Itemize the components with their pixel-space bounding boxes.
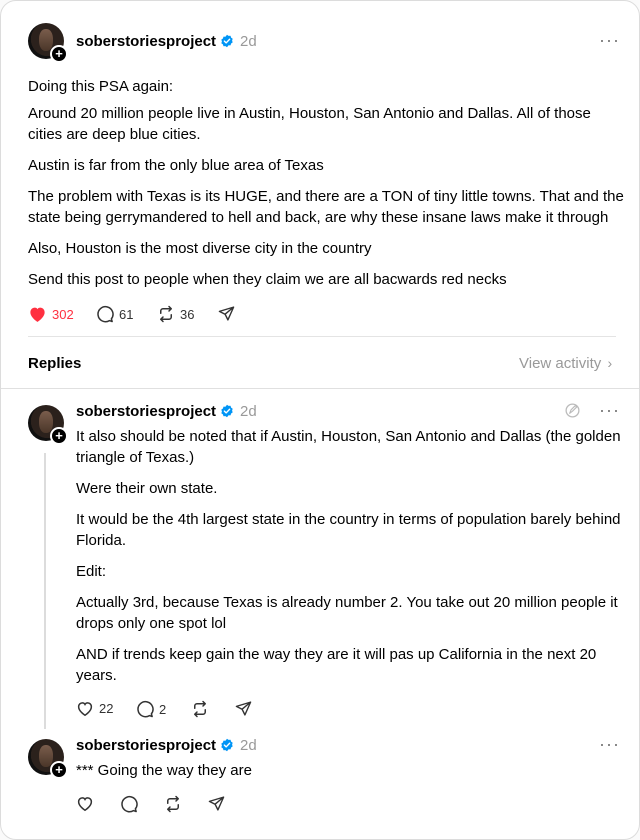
share-button[interactable] <box>235 700 252 717</box>
avatar[interactable]: + <box>28 23 68 63</box>
reply-paragraph: Actually 3rd, because Texas is already n… <box>76 594 618 632</box>
post-paragraph: Around 20 million people live in Austin,… <box>28 105 591 143</box>
verified-badge-icon <box>221 34 233 48</box>
replies-title: Replies <box>28 355 82 372</box>
more-options-icon[interactable]: ··· <box>599 734 620 755</box>
post-paragraph: Doing this PSA again: <box>28 78 174 95</box>
avatar[interactable]: + <box>28 739 68 779</box>
reply-paragraph: *** Going the way they are <box>76 762 252 779</box>
heart-icon <box>77 797 93 812</box>
post-time: 2d <box>240 33 257 50</box>
post-paragraph: Send this post to people when they claim… <box>28 271 507 288</box>
repost-button[interactable] <box>164 795 182 813</box>
username[interactable]: soberstoriesproject <box>76 33 216 50</box>
comment-icon <box>97 306 114 323</box>
more-options-icon[interactable]: ··· <box>599 30 620 51</box>
comment-count: 61 <box>119 306 134 322</box>
comment-button[interactable]: 2 <box>136 700 166 718</box>
reply-paragraph: It also should be noted that if Austin, … <box>76 428 621 466</box>
reply-time: 2d <box>240 403 257 420</box>
reply-header: soberstoriesproject 2d <box>76 737 257 754</box>
like-button[interactable]: 22 <box>76 700 113 717</box>
comment-count: 2 <box>159 701 167 717</box>
edit-history-icon[interactable] <box>564 402 581 423</box>
divider <box>28 336 616 337</box>
like-button[interactable] <box>76 795 94 812</box>
reply-paragraph: Were their own state. <box>76 480 218 497</box>
repost-count: 36 <box>180 306 195 322</box>
reply-paragraph: AND if trends keep gain the way they are… <box>76 646 597 684</box>
reply-paragraph: It would be the 4th largest state in the… <box>76 511 621 549</box>
repost-button[interactable]: 36 <box>157 305 194 323</box>
follow-plus-icon[interactable]: + <box>50 761 68 779</box>
follow-plus-icon[interactable]: + <box>50 45 68 63</box>
post-paragraph: Also, Houston is the most diverse city i… <box>28 240 372 257</box>
reply-time: 2d <box>240 737 257 754</box>
share-button[interactable] <box>218 305 235 322</box>
like-button[interactable]: 302 <box>28 305 74 323</box>
like-count: 302 <box>52 306 74 322</box>
reply-header: soberstoriesproject 2d <box>76 403 257 420</box>
comment-button[interactable] <box>120 795 138 813</box>
username[interactable]: soberstoriesproject <box>76 737 216 754</box>
repost-button[interactable] <box>191 700 209 718</box>
comment-icon <box>121 796 138 813</box>
send-icon <box>208 796 225 811</box>
share-button[interactable] <box>208 795 225 812</box>
heart-filled-icon <box>30 307 45 322</box>
post-paragraph: Austin is far from the only blue area of… <box>28 157 324 174</box>
post-paragraph: The problem with Texas is its HUGE, and … <box>28 188 624 226</box>
view-activity-link[interactable]: View activity › <box>519 355 612 372</box>
send-icon <box>235 701 252 716</box>
heart-icon <box>77 702 93 717</box>
verified-badge-icon <box>221 404 233 418</box>
section-divider <box>1 388 639 389</box>
reply-paragraph: Edit: <box>76 563 107 580</box>
like-count: 22 <box>99 701 114 716</box>
follow-plus-icon[interactable]: + <box>50 427 68 445</box>
repost-icon <box>194 700 206 718</box>
username[interactable]: soberstoriesproject <box>76 403 216 420</box>
send-icon <box>218 306 235 321</box>
repost-icon <box>160 305 172 323</box>
avatar[interactable]: + <box>28 405 68 445</box>
thread-line <box>44 453 46 729</box>
more-options-icon[interactable]: ··· <box>599 400 620 421</box>
verified-badge-icon <box>221 738 233 752</box>
repost-icon <box>167 795 179 813</box>
chevron-right-icon: › <box>607 355 613 371</box>
post-header: soberstoriesproject 2d <box>76 33 257 50</box>
thread-card: + soberstoriesproject 2d ··· Doing this P… <box>0 0 640 840</box>
comment-icon <box>137 701 154 718</box>
comment-button[interactable]: 61 <box>96 305 133 323</box>
view-activity-label: View activity <box>519 355 602 372</box>
